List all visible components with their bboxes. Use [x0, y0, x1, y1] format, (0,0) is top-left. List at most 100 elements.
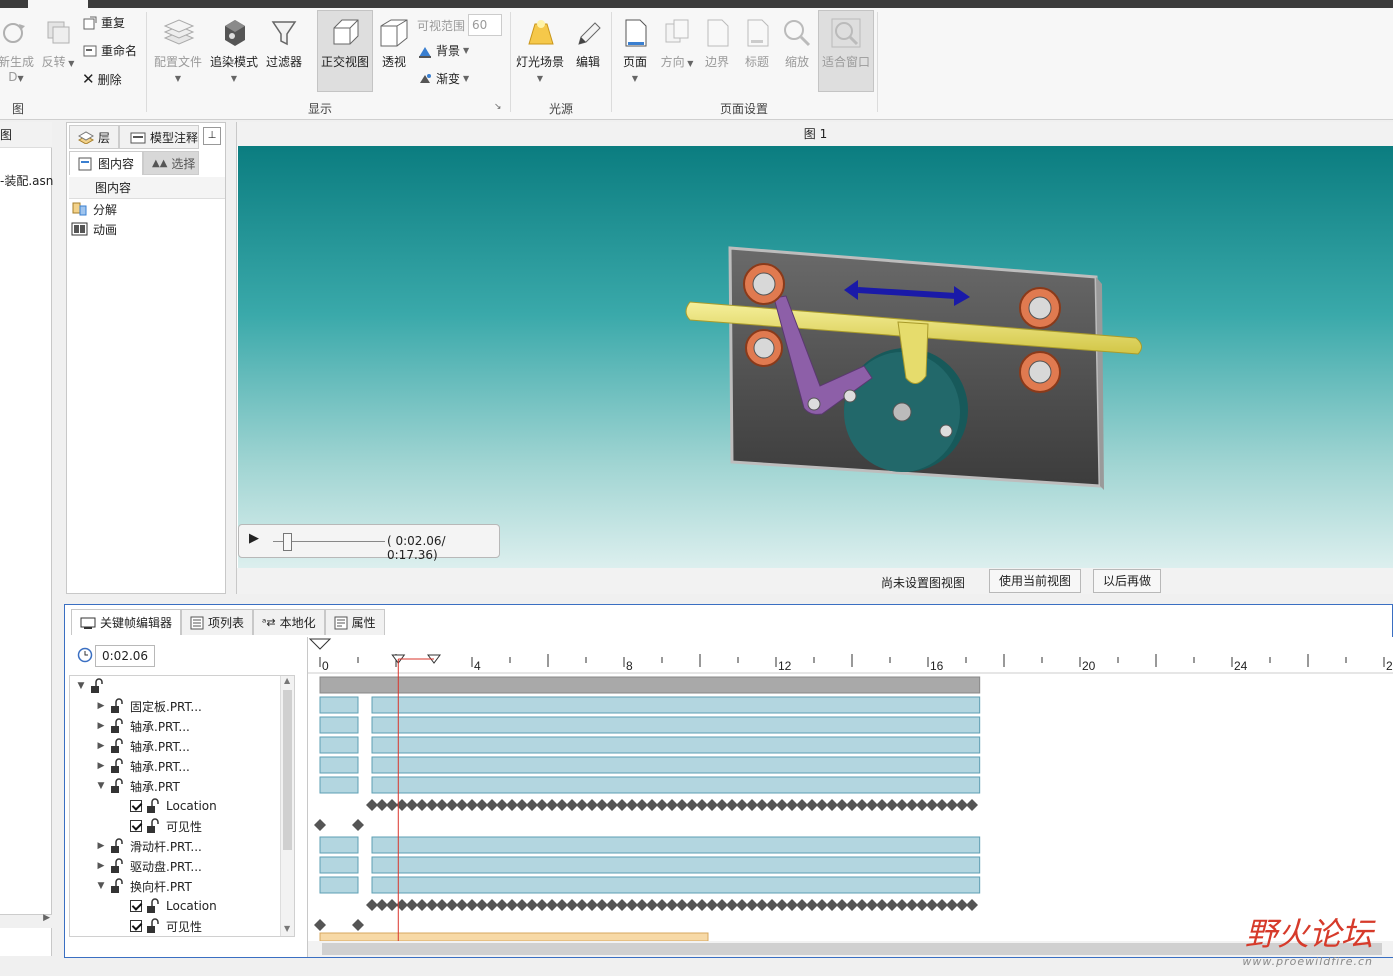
animation-icon — [71, 222, 88, 236]
checkbox[interactable] — [130, 820, 142, 832]
redo-icon — [83, 16, 97, 29]
timeline-bar — [319, 776, 359, 794]
horizontal-scrollbar[interactable]: ▶ — [0, 913, 52, 928]
current-time-field[interactable]: 0:02.06 — [95, 645, 155, 667]
tree-row[interactable]: ▼ 换向杆.PRT — [96, 876, 192, 896]
tree-row-label: 轴承.PRT... — [130, 719, 190, 734]
watermark: 野火论坛 www.proewildfire.cn — [1242, 909, 1373, 968]
render-mode-button[interactable]: 追染模式 ▼ — [208, 16, 260, 84]
background-button[interactable]: 背景 ▼ — [417, 42, 469, 59]
expand-toggle-icon[interactable]: ▼ — [96, 781, 106, 791]
assembly-item[interactable]: -装配.asn — [0, 172, 53, 189]
timeline[interactable]: 0 4 8 12 16 20 24 28 — [307, 637, 1393, 957]
expand-toggle-icon[interactable]: ▶ — [96, 701, 106, 711]
page-button[interactable]: 页面 ▼ — [618, 16, 652, 84]
filter-button[interactable]: 过滤器 — [262, 16, 306, 70]
tree-row[interactable]: ▶ 轴承.PRT... — [96, 716, 190, 736]
regenerate-button[interactable]: 新生成 D▼ — [0, 16, 36, 84]
flip-button[interactable]: 反转 ▼ — [38, 16, 78, 70]
title-bar — [0, 0, 1393, 8]
light-scene-button[interactable]: 灯光场景 ▼ — [514, 16, 566, 84]
tree-row[interactable]: 可见性 — [130, 816, 202, 836]
scroll-up-icon[interactable]: ▲ — [284, 676, 290, 685]
tree-row[interactable]: ▶ 轴承.PRT... — [96, 756, 190, 776]
visible-range-input[interactable]: 60 — [468, 14, 503, 36]
ruler-label: 28 — [1386, 659, 1393, 673]
ribbon: 新生成 D▼ 反转 ▼ 重复 重命名 ✕ 删除 图 配置文件 ▼ 追染模式 ▼ 过滤器 … — [0, 8, 1393, 120]
tree-row[interactable]: 可见性 — [130, 916, 202, 936]
watermark-url: www.proewildfire.cn — [1242, 955, 1373, 968]
border-button[interactable]: 边界 — [700, 16, 734, 70]
lock-icon — [111, 838, 123, 853]
active-ribbon-tab[interactable] — [28, 0, 88, 8]
redo-button[interactable]: 重复 — [82, 14, 125, 31]
direction-button[interactable]: 方向 ▼ — [656, 16, 698, 70]
tab-properties[interactable]: 属性 — [324, 609, 385, 635]
viewport-title: 图 1 — [237, 122, 1393, 146]
later-button[interactable]: 以后再做 — [1093, 569, 1161, 593]
gradient-button[interactable]: 渐变 ▼ — [417, 70, 469, 87]
timeline-canvas: 0 4 8 12 16 20 24 28 — [308, 637, 1393, 957]
config-file-button[interactable]: 配置文件 ▼ — [152, 16, 204, 84]
visible-range-control[interactable]: 可视范围 60 — [417, 14, 503, 36]
expand-toggle-icon[interactable]: ▶ — [96, 741, 106, 751]
timeline-bar — [371, 856, 981, 874]
use-current-view-button[interactable]: 使用当前视图 — [989, 569, 1081, 593]
ruler-label: 24 — [1234, 659, 1248, 673]
watermark-text: 野火论坛 — [1244, 915, 1373, 953]
ortho-view-button[interactable]: 正交视图 — [318, 16, 372, 70]
tree-row[interactable]: ▶ 固定板.PRT... — [96, 696, 202, 716]
tree-row[interactable]: ▼ 轴承.PRT — [96, 776, 180, 796]
checkbox[interactable] — [130, 800, 142, 812]
item-list-icon — [190, 616, 204, 629]
expand-toggle-icon[interactable]: ▶ — [96, 841, 106, 851]
scroll-down-icon[interactable]: ▼ — [284, 924, 290, 933]
tab-keyframe-editor[interactable]: 关键帧编辑器 — [71, 609, 182, 635]
panel-settings-icon[interactable]: ⊥ — [203, 127, 221, 145]
tree-scroll-thumb[interactable] — [283, 690, 292, 850]
perspective-button[interactable]: 透视 — [374, 16, 414, 70]
checkbox[interactable] — [130, 920, 142, 932]
perspective-cube-icon — [380, 19, 408, 47]
tab-localization[interactable]: ᵃ⇄ 本地化 — [253, 609, 325, 635]
expand-toggle-icon[interactable]: ▼ — [76, 681, 86, 691]
expand-toggle-icon[interactable]: ▶ — [96, 861, 106, 871]
3d-viewport[interactable]: ▶ ( 0:02.06/ 0:17.36) — [238, 146, 1393, 568]
fit-window-button[interactable]: 适合窗口 — [818, 16, 874, 70]
tab-layer[interactable]: 层 — [69, 125, 119, 149]
zoom-button[interactable]: 缩放 — [780, 16, 814, 70]
tree-row[interactable]: ▶ 滑动杆.PRT... — [96, 836, 202, 856]
lock-icon — [111, 858, 123, 873]
rename-button[interactable]: 重命名 — [82, 42, 137, 59]
tree-row[interactable]: Location — [130, 796, 217, 816]
ruler-label: 4 — [474, 659, 481, 673]
lock-icon — [147, 918, 159, 933]
tree-row[interactable]: ▶ 轴承.PRT... — [96, 736, 190, 756]
tree-scrollbar[interactable]: ▲ ▼ — [280, 676, 294, 936]
tab-item-list[interactable]: 项列表 — [181, 609, 254, 635]
tab-model-note[interactable]: 模型注释 — [119, 125, 199, 149]
timeline-bar — [371, 776, 981, 794]
scroll-right-icon[interactable]: ▶ — [43, 913, 50, 923]
tree-item-explode[interactable]: 分解 — [71, 199, 117, 219]
column-header: 图内容 — [69, 177, 225, 199]
keyframe-diamond — [966, 799, 978, 811]
expand-toggle-icon[interactable]: ▶ — [96, 721, 106, 731]
tab-select[interactable]: ▲▲ 选择 — [143, 151, 199, 175]
tree-item-animation[interactable]: 动画 — [71, 219, 117, 239]
title-button[interactable]: 标题 — [740, 16, 774, 70]
tree-root[interactable]: ▼ — [76, 676, 106, 696]
playback-bar: ▶ ( 0:02.06/ 0:17.36) — [238, 524, 500, 562]
edit-light-button[interactable]: 编辑 — [570, 16, 606, 70]
dialog-launcher-icon[interactable]: ↘ — [494, 102, 502, 112]
delete-button[interactable]: ✕ 删除 — [82, 70, 122, 88]
lock-icon — [147, 898, 159, 913]
playback-slider-handle[interactable] — [283, 533, 292, 551]
checkbox[interactable] — [130, 900, 142, 912]
expand-toggle-icon[interactable]: ▶ — [96, 761, 106, 771]
tree-row[interactable]: Location — [130, 896, 217, 916]
play-icon[interactable]: ▶ — [249, 531, 259, 546]
tab-content[interactable]: 图内容 — [69, 151, 143, 175]
expand-toggle-icon[interactable]: ▼ — [96, 881, 106, 891]
tree-row[interactable]: ▶ 驱动盘.PRT... — [96, 856, 202, 876]
